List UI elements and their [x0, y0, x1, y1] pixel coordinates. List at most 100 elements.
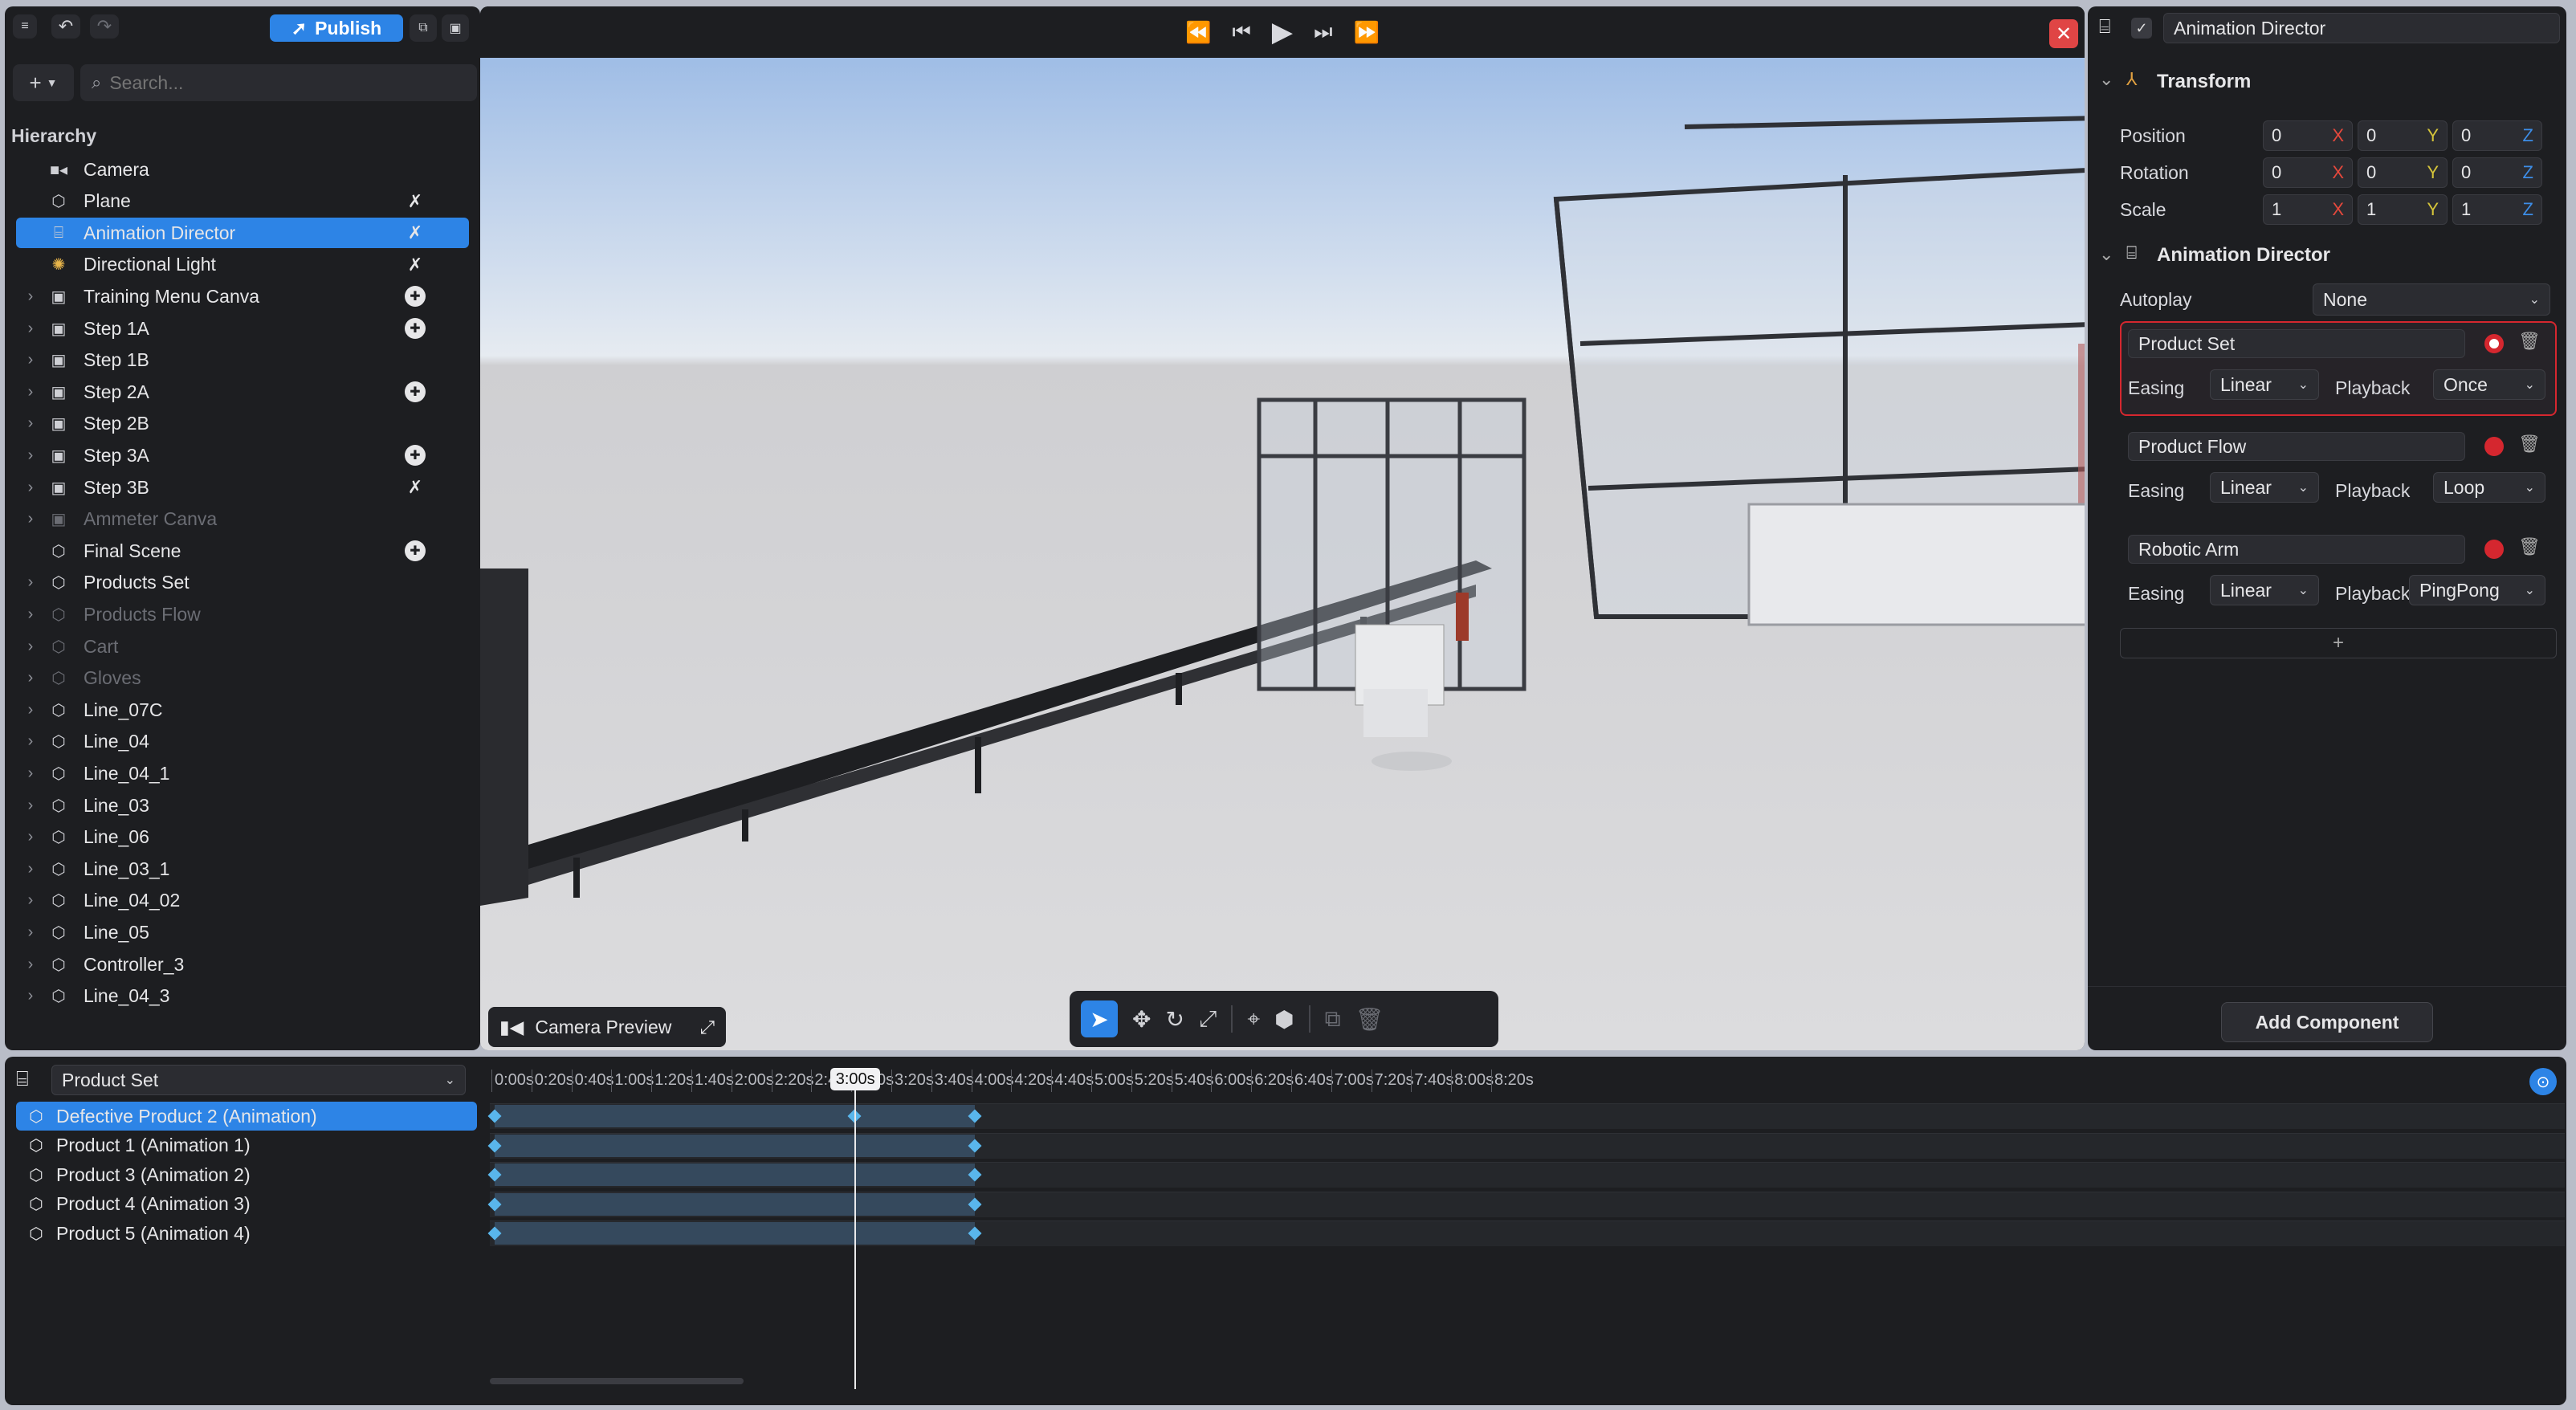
- step-forward-icon[interactable]: ⏭: [1314, 19, 1332, 45]
- timeline-settings-icon[interactable]: ⊙: [2529, 1068, 2557, 1095]
- transform-x-field[interactable]: 1X: [2263, 194, 2353, 225]
- hierarchy-item[interactable]: › ▣ Step 1B: [16, 345, 469, 376]
- chevron-right-icon[interactable]: ›: [16, 669, 45, 687]
- step-back-icon[interactable]: ⏮: [1233, 19, 1251, 45]
- select-icon[interactable]: ➤: [1081, 1000, 1118, 1037]
- timeline-track-label[interactable]: ⬡ Product 5 (Animation 4): [16, 1219, 477, 1248]
- chevron-right-icon[interactable]: ›: [16, 860, 45, 878]
- autoplay-select[interactable]: None ⌄: [2313, 283, 2550, 316]
- transform-z-field[interactable]: 1Z: [2452, 194, 2542, 225]
- animation-select[interactable]: Product Set ⌄: [51, 1065, 466, 1095]
- chevron-right-icon[interactable]: ›: [16, 351, 45, 369]
- hierarchy-item[interactable]: › ⬡ Line_04_02: [16, 886, 469, 916]
- pin-icon[interactable]: ✚: [405, 445, 426, 467]
- duplicate-icon[interactable]: ⧉: [1325, 1006, 1341, 1033]
- expand-icon[interactable]: ⤢: [700, 1017, 715, 1038]
- hierarchy-item[interactable]: › ⬡ Line_04_1: [16, 758, 469, 789]
- hierarchy-item[interactable]: › ⬡ Line_03: [16, 790, 469, 821]
- add-object-button[interactable]: + ▼: [13, 64, 74, 101]
- chevron-right-icon[interactable]: ›: [16, 891, 45, 910]
- horizontal-scrollbar[interactable]: [490, 1378, 744, 1384]
- animation-clip[interactable]: [495, 1105, 975, 1127]
- hierarchy-item[interactable]: › ▣ Ammeter Canva: [16, 504, 469, 535]
- animation-name-field[interactable]: Product Set: [2128, 329, 2465, 358]
- record-icon[interactable]: [2484, 334, 2504, 353]
- chevron-right-icon[interactable]: ›: [16, 923, 45, 942]
- timeline-area[interactable]: 0:00s 0:20s 0:40s 1:00s 1:20s 1:40s 2:00s 2:20s…: [487, 1057, 2565, 1405]
- chevron-right-icon[interactable]: ›: [16, 605, 45, 624]
- chevron-right-icon[interactable]: ›: [16, 797, 45, 815]
- hierarchy-item[interactable]: ✺ Directional Light ✗: [16, 250, 469, 280]
- share-icon[interactable]: ⧉: [410, 14, 437, 42]
- menu-icon[interactable]: ≡: [13, 14, 37, 39]
- hierarchy-item[interactable]: ⌸ Animation Director ✗: [16, 218, 469, 249]
- chevron-right-icon[interactable]: ›: [16, 510, 45, 528]
- record-icon[interactable]: [2484, 437, 2504, 456]
- chevron-right-icon[interactable]: ›: [16, 573, 45, 592]
- animation-clip[interactable]: [495, 1163, 975, 1186]
- easing-select[interactable]: Linear ⌄: [2210, 472, 2319, 503]
- rotate-icon[interactable]: ↻: [1165, 1006, 1184, 1033]
- animation-name-field[interactable]: Robotic Arm: [2128, 535, 2465, 564]
- timeline-track-label[interactable]: ⬡ Defective Product 2 (Animation): [16, 1102, 477, 1131]
- transform-x-field[interactable]: 0X: [2263, 120, 2353, 151]
- transform-z-field[interactable]: 0Z: [2452, 157, 2542, 188]
- hierarchy-item[interactable]: › ▣ Step 2A ✚: [16, 377, 469, 407]
- hierarchy-item[interactable]: › ▣ Step 3A ✚: [16, 440, 469, 471]
- chevron-right-icon[interactable]: ›: [16, 414, 45, 433]
- visibility-off-icon[interactable]: ✗: [405, 255, 426, 275]
- timeline-track-label[interactable]: ⬡ Product 4 (Animation 3): [16, 1190, 477, 1219]
- visibility-off-icon[interactable]: ✗: [405, 477, 426, 498]
- chevron-right-icon[interactable]: ›: [16, 732, 45, 751]
- hierarchy-item[interactable]: ⬡ Plane ✗: [16, 186, 469, 217]
- animation-item[interactable]: Product Flow 🗑 Easing Linear ⌄ Playback L…: [2120, 424, 2557, 519]
- hierarchy-item[interactable]: › ⬡ Gloves: [16, 663, 469, 694]
- hierarchy-item[interactable]: › ⬡ Products Set: [16, 568, 469, 598]
- chevron-right-icon[interactable]: ›: [16, 446, 45, 465]
- playback-select[interactable]: PingPong ⌄: [2409, 575, 2545, 605]
- hierarchy-item[interactable]: › ⬡ Line_04: [16, 727, 469, 757]
- chevron-down-icon[interactable]: ⌄: [2099, 244, 2113, 265]
- active-checkbox[interactable]: ✓: [2131, 18, 2152, 39]
- playhead[interactable]: [854, 1071, 857, 1389]
- skip-back-icon[interactable]: ⏪: [1185, 20, 1211, 45]
- add-component-button[interactable]: Add Component: [2221, 1002, 2433, 1042]
- chevron-down-icon[interactable]: ⌄: [2099, 69, 2113, 90]
- hierarchy-item[interactable]: › ▣ Step 1A ✚: [16, 313, 469, 344]
- hierarchy-item[interactable]: › ⬡ Line_06: [16, 822, 469, 853]
- pin-icon[interactable]: ✚: [405, 540, 426, 562]
- chevron-right-icon[interactable]: ›: [16, 320, 45, 338]
- search-input[interactable]: [109, 71, 447, 94]
- chevron-right-icon[interactable]: ›: [16, 987, 45, 1005]
- playback-select[interactable]: Loop ⌄: [2433, 472, 2545, 503]
- chevron-right-icon[interactable]: ›: [16, 479, 45, 497]
- trash-icon[interactable]: 🗑: [2518, 331, 2541, 352]
- chevron-right-icon[interactable]: ›: [16, 287, 45, 306]
- hierarchy-item[interactable]: › ⬡ Line_05: [16, 917, 469, 947]
- chevron-right-icon[interactable]: ›: [16, 701, 45, 719]
- transform-x-field[interactable]: 0X: [2263, 157, 2353, 188]
- transform-y-field[interactable]: 0Y: [2358, 157, 2448, 188]
- animation-clip[interactable]: [495, 1222, 975, 1245]
- hierarchy-item[interactable]: › ▣ Step 3B ✗: [16, 472, 469, 503]
- delete-icon[interactable]: 🗑: [1355, 1006, 1384, 1033]
- hierarchy-item[interactable]: › ⬡ Products Flow: [16, 599, 469, 630]
- hierarchy-item[interactable]: › ⬡ Cart: [16, 631, 469, 662]
- undo-icon[interactable]: ↶: [51, 14, 80, 39]
- animation-clip[interactable]: [495, 1134, 975, 1157]
- pin-icon[interactable]: ✚: [405, 318, 426, 339]
- hierarchy-item[interactable]: › ⬡ Controller_3: [16, 949, 469, 980]
- scale-icon[interactable]: ⤢: [1199, 1006, 1217, 1033]
- object-name-field[interactable]: Animation Director: [2163, 13, 2560, 43]
- easing-select[interactable]: Linear ⌄: [2210, 369, 2319, 400]
- play-icon[interactable]: ▶: [1272, 16, 1293, 48]
- hierarchy-item[interactable]: › ⬡ Line_07C: [16, 695, 469, 725]
- close-icon[interactable]: ✕: [2049, 19, 2078, 48]
- visibility-off-icon[interactable]: ✗: [405, 222, 426, 243]
- hierarchy-item[interactable]: ■◂ Camera: [16, 154, 469, 185]
- hierarchy-item[interactable]: › ⬡ Line_04_3: [16, 981, 469, 1012]
- chevron-right-icon[interactable]: ›: [16, 383, 45, 401]
- trash-icon[interactable]: 🗑: [2518, 434, 2541, 454]
- save-icon[interactable]: ▣: [442, 14, 469, 42]
- easing-select[interactable]: Linear ⌄: [2210, 575, 2319, 605]
